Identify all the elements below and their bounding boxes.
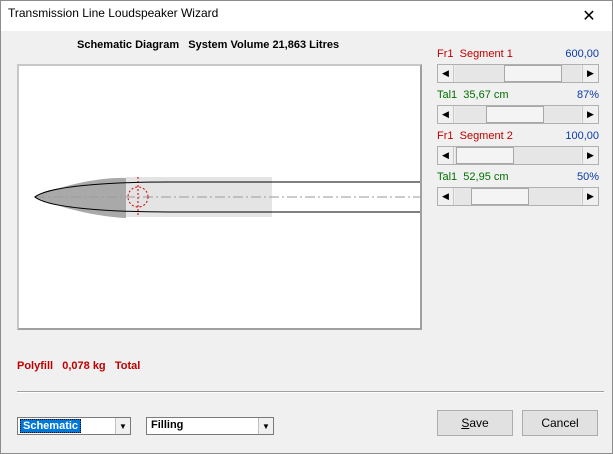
tal-2-slider[interactable]: ◀ ▶ bbox=[437, 187, 599, 206]
line-schematic bbox=[34, 177, 420, 218]
polyfill-total-label: Total bbox=[114, 360, 141, 372]
tal-2-control: Tal1 52,95 cm 50% ◀ ▶ bbox=[437, 171, 599, 206]
segment-1-control: Fr1 Segment 1 600,00 ◀ ▶ bbox=[437, 48, 599, 83]
scroll-left-icon[interactable]: ◀ bbox=[438, 147, 454, 164]
tal-1-label: Tal1 35,67 cm bbox=[437, 89, 509, 101]
slider-thumb[interactable] bbox=[504, 65, 562, 82]
tal-2-value: 50% bbox=[576, 171, 599, 183]
segment-2-control: Fr1 Segment 2 100,00 ◀ ▶ bbox=[437, 130, 599, 165]
segment-1-filled bbox=[35, 177, 126, 218]
view-select[interactable]: Schematic ▼ bbox=[17, 417, 131, 435]
slider-thumb[interactable] bbox=[456, 147, 514, 164]
tal-2-label: Tal1 52,95 cm bbox=[437, 171, 509, 183]
close-icon[interactable]: ✕ bbox=[566, 1, 612, 31]
segment-2-slider[interactable]: ◀ ▶ bbox=[437, 146, 599, 165]
chevron-down-icon[interactable]: ▼ bbox=[258, 418, 273, 434]
window-title: Transmission Line Loudspeaker Wizard bbox=[8, 6, 219, 20]
mode-select[interactable]: Filling ▼ bbox=[146, 417, 274, 435]
slider-track[interactable] bbox=[455, 106, 581, 123]
polyfill-label: Polyfill bbox=[17, 360, 54, 372]
scroll-right-icon[interactable]: ▶ bbox=[582, 65, 598, 82]
segment-1-value: 600,00 bbox=[565, 48, 599, 60]
polyfill-summary: Polyfill 0,078 kg Total bbox=[17, 360, 140, 372]
wizard-body: Schematic Diagram System Volume 21,863 L… bbox=[0, 31, 613, 454]
scroll-right-icon[interactable]: ▶ bbox=[582, 188, 598, 205]
slider-thumb[interactable] bbox=[471, 188, 529, 205]
segment-1-slider[interactable]: ◀ ▶ bbox=[437, 64, 599, 83]
tal-1-control: Tal1 35,67 cm 87% ◀ ▶ bbox=[437, 89, 599, 124]
slider-thumb[interactable] bbox=[486, 106, 544, 123]
cancel-label: Cancel bbox=[541, 416, 579, 430]
diagram-caption: Schematic Diagram System Volume 21,863 L… bbox=[77, 39, 339, 51]
scroll-left-icon[interactable]: ◀ bbox=[438, 188, 454, 205]
scroll-left-icon[interactable]: ◀ bbox=[438, 106, 454, 123]
save-button[interactable]: Save bbox=[437, 410, 513, 436]
scroll-left-icon[interactable]: ◀ bbox=[438, 65, 454, 82]
tal-1-value: 87% bbox=[576, 89, 599, 101]
save-label-rest: ave bbox=[469, 416, 489, 430]
slider-track[interactable] bbox=[455, 65, 581, 82]
segment-2-label: Fr1 Segment 2 bbox=[437, 130, 513, 142]
mode-select-value: Filling bbox=[151, 419, 184, 431]
scroll-right-icon[interactable]: ▶ bbox=[582, 106, 598, 123]
segment-2-value: 100,00 bbox=[565, 130, 599, 142]
diagram-title: Schematic Diagram bbox=[77, 39, 180, 51]
slider-track[interactable] bbox=[455, 147, 581, 164]
system-volume: System Volume 21,863 Litres bbox=[188, 39, 340, 51]
slider-track[interactable] bbox=[455, 188, 581, 205]
cancel-button[interactable]: Cancel bbox=[522, 410, 598, 436]
scroll-right-icon[interactable]: ▶ bbox=[582, 147, 598, 164]
tal-1-slider[interactable]: ◀ ▶ bbox=[437, 105, 599, 124]
schematic-canvas bbox=[17, 64, 422, 330]
divider bbox=[17, 391, 604, 393]
save-mnemonic: S bbox=[461, 416, 470, 430]
chevron-down-icon[interactable]: ▼ bbox=[115, 418, 130, 434]
polyfill-amount: 0,078 kg bbox=[62, 360, 106, 372]
view-select-value: Schematic bbox=[20, 419, 82, 433]
title-bar: Transmission Line Loudspeaker Wizard ✕ bbox=[0, 0, 613, 31]
segment-1-label: Fr1 Segment 1 bbox=[437, 48, 513, 60]
